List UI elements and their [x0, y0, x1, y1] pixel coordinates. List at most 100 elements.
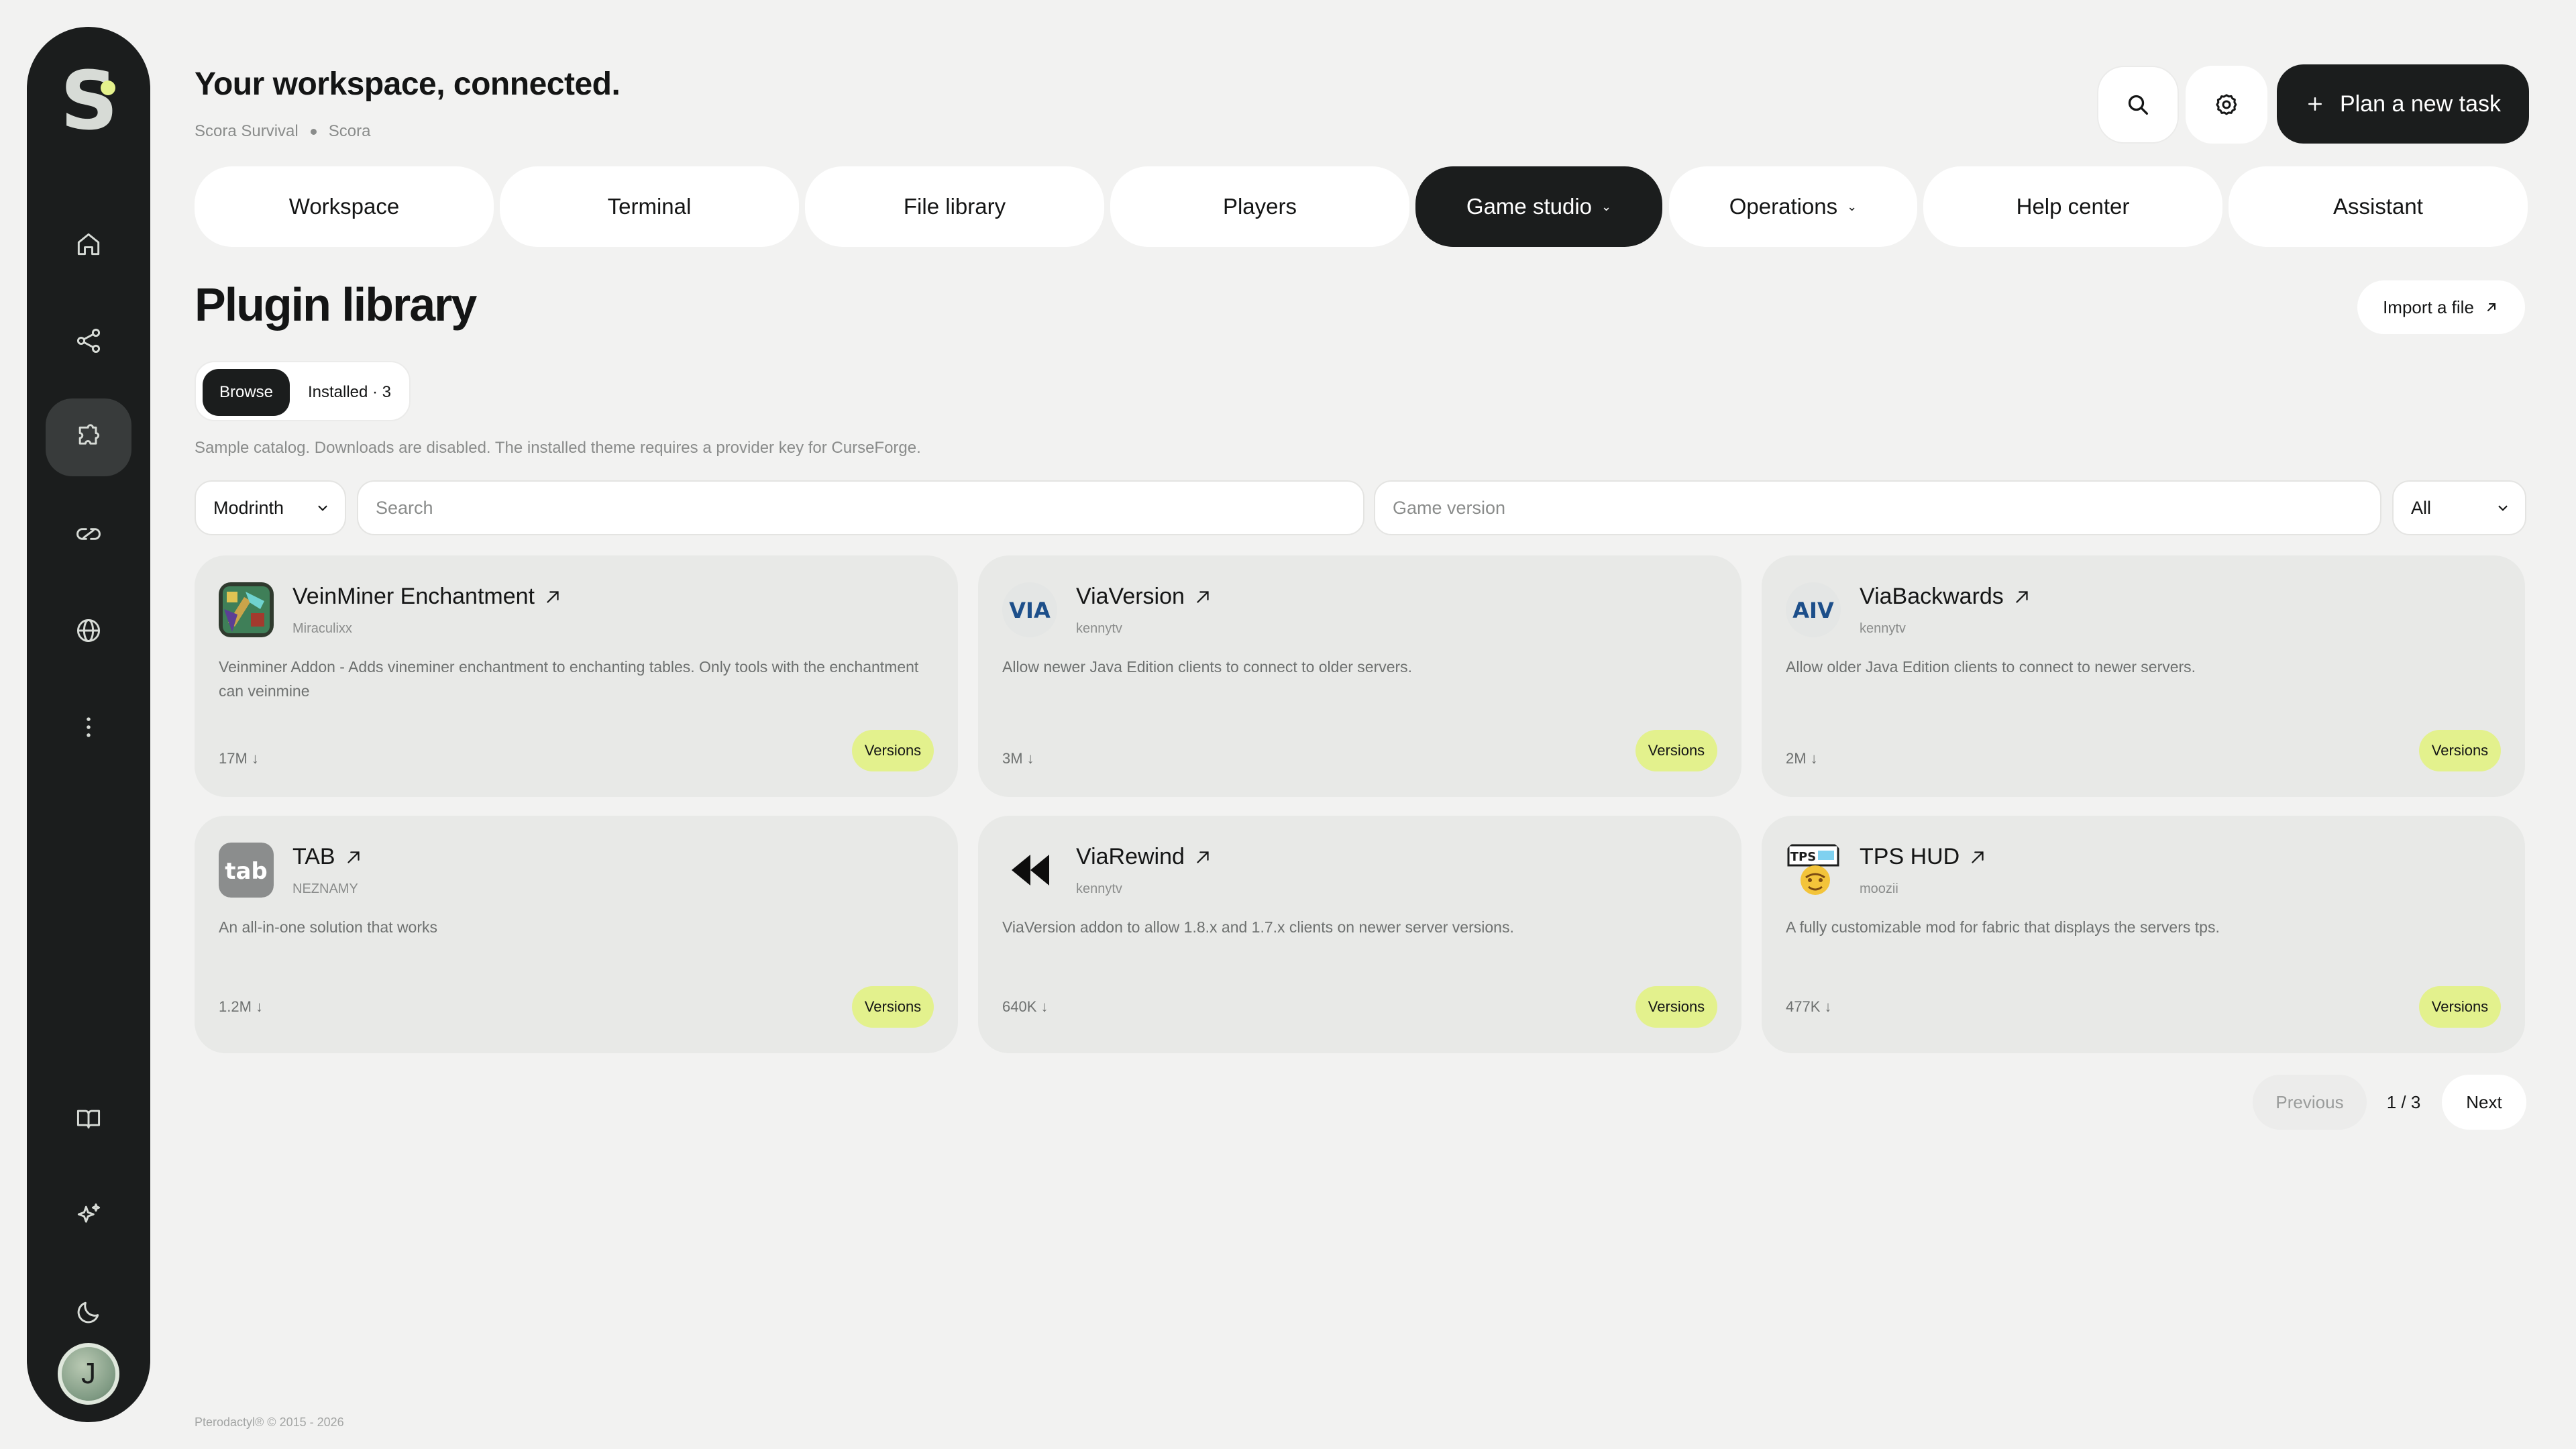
versions-label: Versions [2431, 742, 2489, 759]
arrow-up-right-icon [1197, 851, 1209, 863]
plugin-description: A fully customizable mod for fabric that… [1786, 918, 2220, 936]
tab-operations[interactable]: Operations ⌄ [1669, 166, 1917, 247]
logo-dot [101, 80, 115, 95]
veinminer-logo-icon [219, 582, 274, 637]
segment-browse[interactable]: Browse [203, 369, 290, 416]
tab-logo-text: tab [225, 858, 268, 885]
gear-icon [2216, 94, 2237, 115]
tab-game-studio[interactable]: Game studio ⌄ [1415, 166, 1662, 247]
plugin-description: Allow newer Java Edition clients to conn… [1002, 658, 1413, 676]
search-input[interactable]: Search [357, 480, 1364, 535]
page-indicator: 1 / 3 [2375, 1075, 2432, 1130]
tab-file-library[interactable]: File library [805, 166, 1104, 247]
user-avatar[interactable]: J [58, 1343, 119, 1405]
share-nodes-icon [76, 329, 101, 353]
library-segmented-control: Browse Installed · 3 [195, 361, 411, 421]
versions-button[interactable]: Versions [852, 730, 934, 771]
sidebar-item-theme[interactable] [46, 1273, 131, 1351]
versions-button[interactable]: Versions [1635, 730, 1717, 771]
avatar-initial: J [81, 1357, 96, 1390]
sparkles-icon [77, 1203, 101, 1223]
sidebar-item-more[interactable] [46, 688, 131, 766]
viaversion-logo-text: VIA [1009, 598, 1051, 623]
tab-workspace[interactable]: Workspace [195, 166, 494, 247]
arrow-up-right-icon [2487, 303, 2496, 311]
arrow-up-right-icon [2016, 590, 2028, 603]
breadcrumb: Scora Survival Scora [195, 122, 370, 141]
more-vertical-icon [87, 717, 91, 737]
plugin-card: AIV ViaBackwards kennytv Allow older Jav… [1762, 555, 2525, 797]
previous-label: Previous [2275, 1091, 2344, 1112]
plugin-author: Miraculixx [292, 621, 352, 636]
versions-button[interactable]: Versions [2419, 986, 2501, 1028]
plugin-description: Veinminer Addon - Adds vineminer enchant… [219, 658, 919, 700]
tab-terminal[interactable]: Terminal [500, 166, 799, 247]
loader-select[interactable]: All [2392, 480, 2526, 535]
plugin-name: TAB [292, 844, 335, 869]
tab-assistant[interactable]: Assistant [2229, 166, 2528, 247]
plugin-author: moozii [1860, 881, 1898, 896]
plugin-name: ViaRewind [1076, 844, 1185, 869]
versions-button[interactable]: Versions [852, 986, 934, 1028]
next-page-button[interactable]: Next [2442, 1075, 2526, 1130]
sidebar-item-home[interactable] [46, 205, 131, 283]
arrow-up-right-icon [547, 590, 559, 603]
plugin-author: kennytv [1076, 621, 1122, 636]
tab-label: File library [903, 194, 1006, 219]
home-icon [77, 233, 100, 256]
moon-icon [77, 1301, 99, 1324]
previous-page-button[interactable]: Previous [2253, 1075, 2367, 1130]
search-icon [2128, 95, 2148, 115]
viabackwards-logo-text: AIV [1792, 598, 1834, 623]
viabackwards-logo-icon: AIV [1786, 582, 1841, 637]
plugin-title-link[interactable]: ViaVersion [1076, 584, 1213, 610]
plan-new-task-button[interactable]: Plan a new task [2277, 64, 2529, 144]
plugin-title-link[interactable]: ViaBackwards [1860, 584, 2032, 610]
tab-label: Assistant [2333, 194, 2423, 219]
puzzle-icon [78, 424, 100, 445]
segment-installed[interactable]: Installed · 3 [294, 369, 405, 416]
plugin-title-link[interactable]: TAB [292, 844, 364, 870]
rewind-icon [1002, 843, 1057, 898]
sidebar-item-docs[interactable] [46, 1080, 131, 1158]
book-icon [76, 1110, 101, 1129]
game-version-input[interactable]: Game version [1374, 480, 2381, 535]
plugin-title-link[interactable]: ViaRewind [1076, 844, 1213, 870]
plugin-title-link[interactable]: VeinMiner Enchantment [292, 584, 563, 610]
arrow-up-right-icon [1972, 851, 1984, 863]
page-title: Your workspace, connected. [195, 66, 621, 102]
sidebar-item-network[interactable] [46, 592, 131, 669]
next-label: Next [2466, 1091, 2502, 1112]
loader-value: All [2411, 497, 2432, 518]
catalog-notice: Sample catalog. Downloads are disabled. … [195, 439, 921, 457]
breadcrumb-owner[interactable]: Scora [329, 122, 371, 141]
settings-button[interactable] [2186, 66, 2267, 144]
sidebar: S J [27, 27, 150, 1422]
source-select[interactable]: Modrinth [195, 480, 346, 535]
tab-label: Game studio [1466, 194, 1592, 219]
breadcrumb-server[interactable]: Scora Survival [195, 122, 299, 141]
tab-players[interactable]: Players [1110, 166, 1409, 247]
versions-label: Versions [1648, 742, 1705, 759]
versions-label: Versions [864, 742, 922, 759]
plugin-name: ViaBackwards [1860, 584, 2004, 609]
chevron-down-icon [2498, 505, 2508, 511]
plus-icon [2308, 97, 2322, 111]
section-title: Plugin library [195, 278, 477, 331]
plugin-title-link[interactable]: TPS HUD [1860, 844, 1988, 870]
search-button[interactable] [2097, 66, 2179, 144]
tab-help-center[interactable]: Help center [1923, 166, 2222, 247]
plan-button-label: Plan a new task [2339, 91, 2502, 117]
sidebar-item-share[interactable] [46, 302, 131, 380]
sidebar-item-ai[interactable] [46, 1177, 131, 1254]
plugin-name: VeinMiner Enchantment [292, 584, 535, 609]
import-file-button[interactable]: Import a file [2357, 280, 2525, 334]
tab-label: Terminal [607, 194, 692, 219]
plugin-downloads: 17M ↓ [219, 750, 259, 767]
versions-button[interactable]: Versions [2419, 730, 2501, 771]
app-logo[interactable]: S [60, 60, 118, 144]
sidebar-item-links[interactable] [46, 495, 131, 573]
versions-button[interactable]: Versions [1635, 986, 1717, 1028]
footer-copyright: Pterodactyl® © 2015 - 2026 [195, 1415, 344, 1429]
sidebar-item-plugins[interactable] [46, 398, 131, 476]
